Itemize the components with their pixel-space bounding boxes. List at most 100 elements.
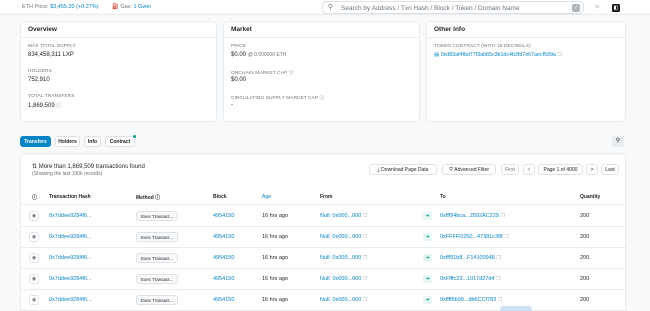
- copy-icon[interactable]: ❐: [363, 234, 367, 240]
- transactions-summary: ⇅ More than 1,869,509 transactions found: [32, 163, 145, 170]
- back-to-top-button[interactable]: [500, 306, 532, 311]
- block-link[interactable]: 4954150: [213, 276, 234, 282]
- tab-transfers[interactable]: Transfers: [20, 136, 51, 147]
- copy-icon[interactable]: ❐: [363, 297, 367, 303]
- from-address-text: Null: 0x000...000: [320, 255, 362, 261]
- to-address-text: 0xfff94bca...2592AC229: [440, 213, 499, 219]
- network-icon[interactable]: ◧: [612, 4, 620, 12]
- onchain-cap-label-text: ONCHAIN MARKET CAP: [231, 71, 288, 76]
- copy-icon[interactable]: ❐: [504, 234, 508, 240]
- verified-check-icon: [132, 134, 137, 139]
- tx-hash-link[interactable]: 0x7ddee9284f6...: [49, 255, 92, 261]
- copy-icon[interactable]: ❐: [363, 276, 367, 282]
- prev-page-button[interactable]: <: [523, 164, 535, 175]
- download-label: Download Page Data: [381, 167, 429, 173]
- tx-hash-link[interactable]: 0x7ddee9284f6...: [49, 234, 92, 240]
- tab-holders[interactable]: Holders: [55, 136, 80, 147]
- header-method-label: Method: [136, 195, 154, 201]
- transfers-label: TOTAL TRANSFERS: [28, 94, 75, 99]
- theme-sun-icon[interactable]: ☼: [594, 3, 600, 10]
- quantity-value: 200: [580, 234, 590, 240]
- from-address-link[interactable]: Null: 0x000...000 ❐: [320, 234, 367, 240]
- info-circle-icon[interactable]: ⓘ: [289, 71, 294, 76]
- info-circle-icon[interactable]: ⓘ: [320, 96, 325, 101]
- info-circle-icon[interactable]: ⓘ: [155, 195, 160, 201]
- tx-hash-link[interactable]: 0x7ddee9284f6...: [49, 213, 92, 219]
- circ-cap-value: -: [231, 102, 233, 108]
- header-from: From: [320, 194, 333, 200]
- copy-icon[interactable]: ❐: [496, 276, 500, 282]
- method-badge: Exec Transact...: [136, 253, 179, 263]
- next-page-button[interactable]: >: [586, 164, 598, 175]
- header-quantity: Quantity: [580, 194, 601, 200]
- block-link[interactable]: 4954150: [213, 213, 234, 219]
- gas-price: ⛽ Gas: 1 Gwei: [112, 4, 151, 10]
- age-text: 16 hrs ago: [262, 255, 288, 261]
- to-address-link[interactable]: 0xfff91b8...F14100948 ❐: [440, 255, 501, 261]
- eye-icon[interactable]: ◉: [29, 295, 39, 305]
- last-page-button[interactable]: Last: [601, 164, 619, 175]
- block-link[interactable]: 4954150: [213, 255, 234, 261]
- circ-cap-label: CIRCULATING SUPPLY MARKET CAP ⓘ: [231, 94, 325, 101]
- copy-icon[interactable]: ❐: [496, 255, 500, 261]
- price-row: $0.00 @ 0.000000 ETH: [231, 52, 286, 58]
- search-placeholder: Search by Address / Txn Hash / Block / T…: [341, 5, 520, 12]
- to-address-link[interactable]: 0xffff6b99...db6CCf783 ❐: [440, 297, 502, 303]
- block-link[interactable]: 4954150: [213, 234, 234, 240]
- from-address-link[interactable]: Null: 0x000...000 ❐: [320, 297, 367, 303]
- tx-hash-link[interactable]: 0x7ddee9284f6...: [49, 276, 92, 282]
- header-age[interactable]: Age: [262, 194, 271, 200]
- copy-icon[interactable]: ❐: [363, 255, 367, 261]
- age-text: 16 hrs ago: [262, 276, 288, 282]
- header-hash: Transaction Hash: [49, 194, 91, 200]
- search-shortcut-badge: /: [572, 4, 580, 12]
- quantity-value: 200: [580, 297, 590, 303]
- contract-address-link[interactable]: 0xd83af4fbd77f3ab65c3b1dc4b3fd7e67aecf59…: [441, 52, 556, 58]
- download-icon: ⤓: [377, 167, 380, 173]
- search-input[interactable]: ⚲ Search by Address / Txn Hash / Block /…: [322, 1, 584, 14]
- max-supply-label: MAX TOTAL SUPPLY: [28, 44, 76, 49]
- from-address-link[interactable]: Null: 0x000...000 ❐: [320, 255, 367, 261]
- method-badge: Exec Transact...: [136, 232, 179, 242]
- table-search-button[interactable]: ⚲: [612, 136, 624, 147]
- help-circle-icon[interactable]: ⓘ: [32, 194, 37, 201]
- eye-icon[interactable]: ◉: [29, 274, 39, 284]
- download-button[interactable]: ⤓ Download Page Data: [369, 164, 437, 175]
- to-address-link[interactable]: 0xfff94bca...2592AC229 ❐: [440, 213, 505, 219]
- quantity-value: 200: [580, 255, 590, 261]
- eye-icon[interactable]: ◉: [29, 232, 39, 242]
- first-page-button[interactable]: First: [501, 164, 519, 175]
- transfers-row: 1,869,509 ⓘ: [28, 102, 61, 109]
- eye-icon[interactable]: ◉: [29, 211, 39, 221]
- page-indicator: Page 1 of 4000: [538, 164, 583, 175]
- copy-icon[interactable]: ❐: [500, 213, 504, 219]
- to-address-link[interactable]: 0xFfffc23...1017d27d4 ❐: [440, 276, 501, 282]
- search-icon: ⚲: [615, 138, 621, 144]
- to-address-link[interactable]: 0xFFFFD250...47381c3f8 ❐: [440, 234, 509, 240]
- eth-price-value[interactable]: $3,455.20 (+0.27%): [50, 4, 98, 10]
- info-circle-icon[interactable]: ⓘ: [56, 103, 61, 109]
- contract-file-icon: ▤: [434, 52, 440, 58]
- block-link[interactable]: 4954150: [213, 297, 234, 303]
- price-value: $0.00: [231, 52, 247, 58]
- holders-value: 752,910: [28, 77, 50, 83]
- advanced-filter-button[interactable]: ⛛ Advanced Filter: [442, 164, 496, 175]
- other-info-title: Other Info: [427, 22, 625, 38]
- arrow-right-icon: ➜: [423, 275, 432, 283]
- summary-text: More than 1,869,509 transactions found: [38, 164, 145, 170]
- eye-icon[interactable]: ◉: [29, 253, 39, 263]
- method-badge: Exec Transact...: [136, 211, 179, 221]
- gas-value[interactable]: 1 Gwei: [134, 4, 151, 10]
- copy-icon[interactable]: ❐: [363, 213, 367, 219]
- gas-label: Gas:: [120, 4, 133, 10]
- from-address-text: Null: 0x000...000: [320, 276, 362, 282]
- copy-icon[interactable]: ❐: [557, 52, 561, 58]
- tx-hash-link[interactable]: 0x7ddee9284f6...: [49, 297, 92, 303]
- copy-icon[interactable]: ❐: [498, 297, 502, 303]
- from-address-link[interactable]: Null: 0x000...000 ❐: [320, 276, 367, 282]
- to-address-text: 0xffff6b99...db6CCf783: [440, 297, 497, 303]
- transfers-value: 1,869,509: [28, 103, 55, 109]
- tab-contract[interactable]: Contract: [105, 134, 137, 147]
- from-address-link[interactable]: Null: 0x000...000 ❐: [320, 213, 367, 219]
- tab-info[interactable]: Info: [84, 136, 101, 147]
